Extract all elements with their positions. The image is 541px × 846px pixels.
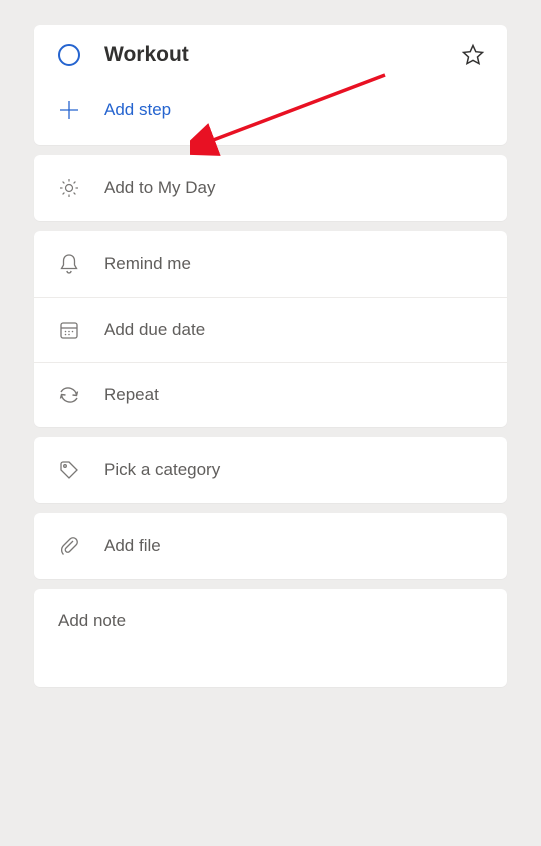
add-to-my-day-button[interactable]: Add to My Day (34, 155, 507, 221)
add-due-date-button[interactable]: Add due date (34, 297, 507, 362)
repeat-button[interactable]: Repeat (34, 362, 507, 427)
pick-category-button[interactable]: Pick a category (34, 437, 507, 503)
my-day-card: Add to My Day (34, 155, 507, 221)
my-day-label: Add to My Day (104, 178, 216, 198)
tag-icon (58, 459, 80, 481)
calendar-icon (58, 320, 80, 340)
scheduling-card: Remind me Add due date Repeat (34, 231, 507, 427)
remind-label: Remind me (104, 254, 191, 274)
complete-toggle[interactable] (58, 44, 80, 66)
add-note-field[interactable]: Add note (34, 589, 507, 687)
add-step-button[interactable]: Add step (34, 85, 507, 145)
bell-icon (58, 253, 80, 275)
due-date-label: Add due date (104, 320, 205, 340)
note-placeholder: Add note (58, 611, 126, 630)
category-label: Pick a category (104, 460, 220, 480)
star-icon[interactable] (461, 43, 485, 67)
add-file-button[interactable]: Add file (34, 513, 507, 579)
task-header-card: Workout Add step (34, 25, 507, 145)
paperclip-icon (58, 535, 80, 557)
plus-icon (58, 99, 80, 121)
repeat-icon (58, 386, 80, 404)
remind-me-button[interactable]: Remind me (34, 231, 507, 297)
task-title[interactable]: Workout (104, 43, 461, 67)
sun-icon (58, 177, 80, 199)
repeat-label: Repeat (104, 385, 159, 405)
category-card: Pick a category (34, 437, 507, 503)
task-header-row: Workout (34, 25, 507, 85)
file-card: Add file (34, 513, 507, 579)
file-label: Add file (104, 536, 161, 556)
add-step-label: Add step (104, 100, 171, 120)
